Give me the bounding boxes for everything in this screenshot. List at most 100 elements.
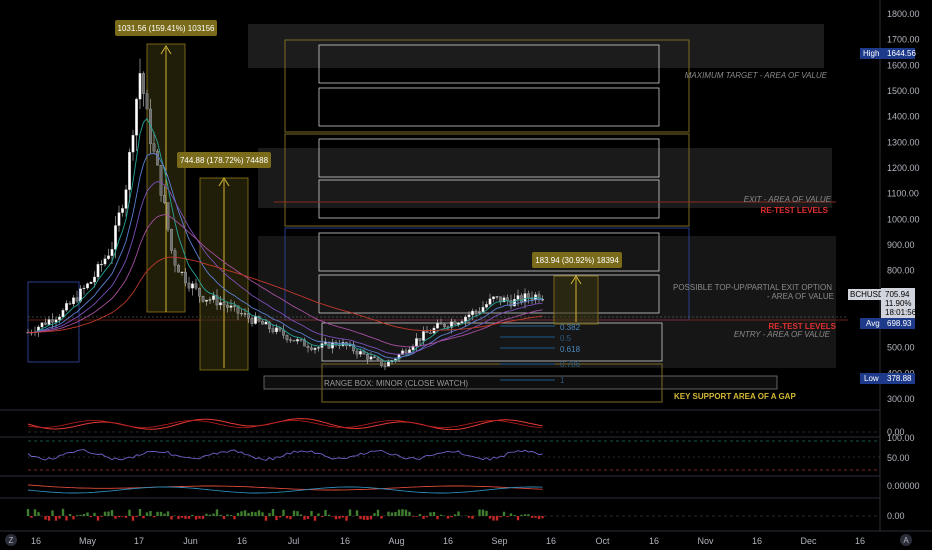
timezone-icon-glyph: Z <box>9 536 14 545</box>
volume-bar <box>401 509 404 516</box>
volume-bar <box>278 516 282 518</box>
price-tick-label: 1100.00 <box>887 189 919 199</box>
candle-body <box>261 320 264 325</box>
volume-bar <box>376 509 380 516</box>
candle-body <box>180 271 184 274</box>
candle-body <box>387 361 390 367</box>
volume-bar <box>54 516 58 521</box>
volume-bar <box>191 514 194 516</box>
candle-body <box>138 73 142 100</box>
candle-body <box>100 263 103 266</box>
volume-bar <box>366 516 369 520</box>
volume-bar <box>457 511 460 516</box>
candle-body <box>201 296 205 302</box>
chart-canvas[interactable]: 1031.56 (159.41%) 103156 744.88 (178.72%… <box>0 0 932 550</box>
candle-body <box>107 255 110 259</box>
candle-body <box>306 345 310 348</box>
volume-bar <box>51 510 54 516</box>
volume-bar <box>390 512 394 516</box>
volume-bar <box>537 516 541 520</box>
volume-bar <box>156 511 159 516</box>
volume-bar <box>149 511 152 516</box>
volume-bar <box>282 509 285 516</box>
candle-body <box>240 313 243 315</box>
fib-label-0382: 0.382 <box>560 323 581 332</box>
candle-body <box>145 93 149 110</box>
volume-bar <box>341 516 345 518</box>
osc2-mid-scale-label: 50.00 <box>887 453 910 463</box>
volume-bar <box>177 516 180 520</box>
volume-bar <box>82 514 86 516</box>
possible-top-up-sub-label: - AREA OF VALUE <box>767 292 834 301</box>
volume-bar <box>324 509 327 516</box>
volume-bar <box>205 513 208 516</box>
volume-bar <box>523 514 527 516</box>
volume-bar <box>201 516 205 519</box>
time-tick-label: Aug <box>388 536 404 546</box>
candle-body <box>191 283 194 289</box>
volume-bar <box>516 516 520 521</box>
volume-bar <box>114 516 117 519</box>
candle-body <box>96 264 100 278</box>
candle-body <box>264 321 268 325</box>
volume-bar <box>446 516 450 519</box>
candle-body <box>184 271 187 284</box>
volume-bar <box>128 509 131 516</box>
price-tick-label: 1600.00 <box>887 60 920 70</box>
volume-bar <box>96 516 100 521</box>
volume-bar <box>61 508 65 516</box>
candle-body <box>513 299 516 307</box>
candle-body <box>61 310 65 318</box>
candle-body <box>93 276 96 283</box>
time-tick-label: May <box>79 536 97 546</box>
candle-body <box>373 356 376 359</box>
price-tick-label: 500.00 <box>887 343 915 353</box>
measure-label-3: 183.94 (30.92%) 18394 <box>535 256 619 265</box>
volume-bar <box>415 516 418 517</box>
volume-bar <box>250 511 254 516</box>
candle-body <box>250 318 254 324</box>
volume-bar <box>110 510 114 516</box>
candle-body <box>121 208 124 213</box>
volume-bar <box>271 508 275 516</box>
volume-bar <box>425 516 429 518</box>
volume-bar <box>100 516 103 517</box>
auto-scale-icon-glyph: A <box>903 536 909 545</box>
avg-badge-value: 698.93 <box>887 319 912 328</box>
candle-body <box>485 304 488 308</box>
volume-bar <box>68 514 72 516</box>
volume-bar <box>226 514 229 516</box>
candle-body <box>471 310 474 315</box>
volume-bar <box>331 516 334 517</box>
candle-body <box>222 302 226 306</box>
time-tick-label: 16 <box>649 536 659 546</box>
volume-bar <box>135 516 138 518</box>
avg-badge-label: Avg <box>866 319 880 328</box>
volume-bar <box>394 512 397 516</box>
candle-body <box>198 287 201 297</box>
volume-bar <box>292 510 296 516</box>
volume-bar <box>534 516 537 518</box>
candle-body <box>313 348 317 350</box>
volume-bar <box>121 516 124 517</box>
volume-bar <box>65 516 68 521</box>
candle-body <box>124 189 128 209</box>
volume-bar <box>261 512 264 516</box>
volume-bar <box>436 516 439 520</box>
candle-body <box>177 265 180 273</box>
candle-body <box>439 322 443 325</box>
volume-bar <box>485 510 488 516</box>
candle-body <box>481 307 485 312</box>
price-tick-label: 1800.00 <box>887 9 920 19</box>
volume-bar <box>397 509 401 516</box>
price-tick-label: 1400.00 <box>887 112 920 122</box>
volume-bar <box>408 511 411 516</box>
candle-body <box>243 313 247 315</box>
volume-bar <box>299 514 303 516</box>
candle-body <box>65 303 68 311</box>
volume-bar <box>453 514 457 516</box>
candle-body <box>47 319 51 325</box>
candle-body <box>380 359 383 366</box>
candle-body <box>194 283 198 289</box>
volume-bar <box>215 509 219 516</box>
